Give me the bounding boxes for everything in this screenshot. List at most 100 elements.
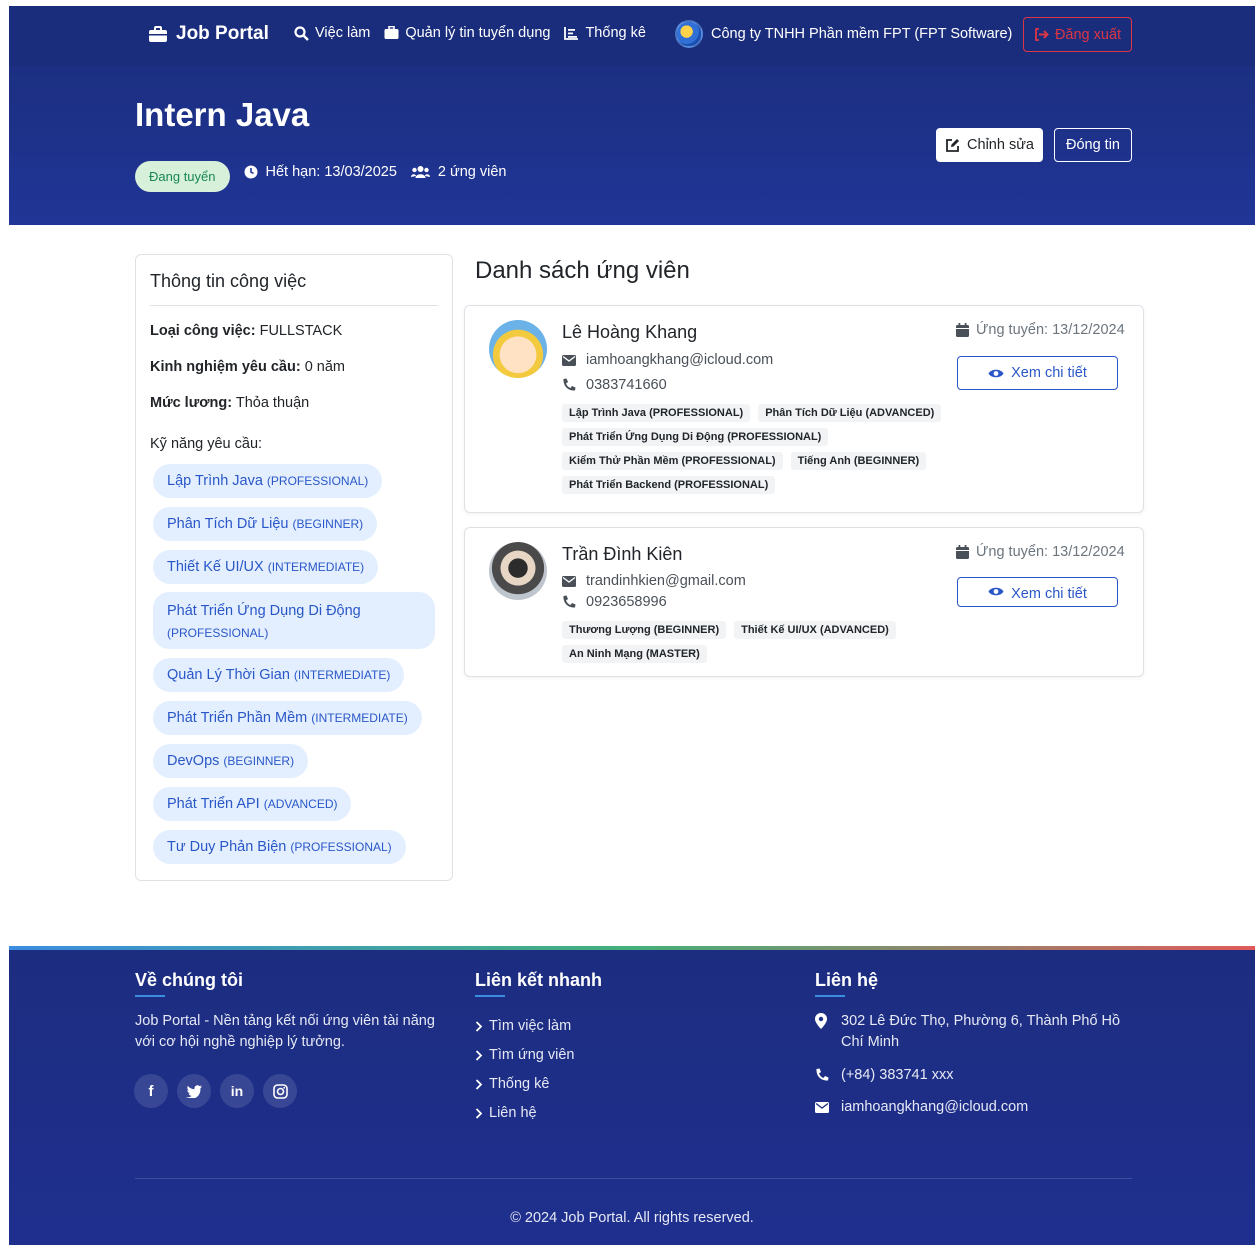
address-value: 302 Lê Đức Thọ, Phường 6, Thành Phố Hồ C… [841, 1013, 1121, 1050]
footer-link-find-candidates[interactable]: Tìm ứng viên [475, 1047, 574, 1063]
skill-tags: Thương Lượng (BEGINNER) Thiết Kế UI/UX (… [562, 621, 982, 663]
job-meta: Đang tuyển Hết hạn: 13/03/2025 2 ứng viê… [135, 151, 506, 192]
deadline: Hết hạn: 13/03/2025 [244, 164, 397, 180]
skill-level: (BEGINNER) [223, 754, 295, 768]
skill-pill: Lập Trình Java (PROFESSIONAL) [153, 464, 383, 498]
skill-pill: DevOps (BEGINNER) [153, 744, 309, 778]
nav-link-statistics[interactable]: Thống kê [564, 25, 646, 41]
skill-name: Quản Lý Thời Gian [167, 667, 290, 683]
applicant-card: Trần Đình Kiên trandinhkien@gmail.com 09… [464, 527, 1144, 677]
footer-link-find-jobs[interactable]: Tìm việc làm [475, 1018, 571, 1034]
chart-icon [564, 26, 579, 40]
brand[interactable]: Job Portal [148, 23, 269, 45]
navbar: Job Portal Việc làm Quản lý tin tuyển dụ… [9, 6, 1255, 66]
salary-row: Mức lương: Thỏa thuận [150, 395, 309, 411]
skill-name: Phát Triển Phần Mềm [167, 710, 308, 726]
applicant-phone: 0383741660 [562, 377, 667, 393]
twitter-icon[interactable] [177, 1074, 211, 1108]
footer-link-label: Thống kê [489, 1076, 550, 1092]
calendar-icon [956, 545, 969, 559]
users-icon [410, 165, 430, 179]
skill-tag: Phát Triển Backend (PROFESSIONAL) [562, 476, 776, 494]
contact-phone: (+84) 383741 xxx [815, 1065, 953, 1086]
job-info-card: Thông tin công việc Loại công việc: FULL… [135, 254, 453, 881]
facebook-icon[interactable]: f [134, 1074, 168, 1108]
contact-address: 302 Lê Đức Thọ, Phường 6, Thành Phố Hồ C… [815, 1011, 1135, 1053]
skill-level: (ADVANCED) [263, 797, 338, 811]
brand-label: Job Portal [176, 23, 269, 44]
skill-level: (INTERMEDIATE) [267, 560, 365, 574]
chevron-right-icon [475, 1049, 483, 1061]
skill-name: Tư Duy Phản Biện [167, 839, 287, 855]
linkedin-letters: in [230, 1083, 244, 1099]
salary-label: Mức lương: [150, 395, 233, 411]
skill-pill: Tư Duy Phản Biện (PROFESSIONAL) [153, 830, 406, 864]
footer-divider [135, 1178, 1132, 1179]
email-value: iamhoangkhang@icloud.com [586, 352, 774, 368]
instagram-icon[interactable] [263, 1074, 297, 1108]
phone-icon [562, 595, 576, 609]
company-logo [675, 20, 703, 48]
linkedin-icon[interactable]: in [220, 1074, 254, 1108]
skill-pill: Quản Lý Thời Gian (INTERMEDIATE) [153, 658, 405, 692]
experience-value: 0 năm [304, 359, 346, 375]
copyright: © 2024 Job Portal. All rights reserved. [510, 1210, 754, 1226]
edit-icon [945, 138, 960, 153]
clock-icon [244, 165, 258, 179]
edit-label: Chỉnh sửa [967, 137, 1034, 153]
skill-name: DevOps [167, 753, 220, 769]
skill-pill: Phát Triển Phần Mềm (INTERMEDIATE) [153, 701, 422, 735]
skill-tag: Tiếng Anh (BEGINNER) [790, 452, 927, 470]
calendar-icon [956, 323, 969, 337]
applicant-list-title: Danh sách ứng viên [475, 257, 690, 284]
footer-link-label: Tìm việc làm [489, 1018, 572, 1034]
edit-button[interactable]: Chỉnh sửa [936, 128, 1043, 162]
applied-date: Ứng tuyển: 13/12/2024 [956, 322, 1125, 338]
experience-row: Kinh nghiệm yêu cầu: 0 năm [150, 359, 345, 375]
company-name: Công ty TNHH Phần mềm FPT (FPT Software) [711, 26, 1013, 42]
chevron-right-icon [475, 1107, 483, 1119]
logout-button[interactable]: Đăng xuất [1023, 17, 1132, 52]
skill-name: Phát Triển Ứng Dụng Di Động [167, 603, 361, 619]
close-post-button[interactable]: Đóng tin [1054, 128, 1132, 162]
applied-date: Ứng tuyển: 13/12/2024 [956, 544, 1125, 560]
skills-label: Kỹ năng yêu cầu: [150, 436, 263, 452]
footer-link-contact[interactable]: Liên hệ [475, 1105, 537, 1121]
about-text: Job Portal - Nền tảng kết nối ứng viên t… [135, 1013, 435, 1050]
company-profile[interactable]: Công ty TNHH Phần mềm FPT (FPT Software) [675, 20, 1012, 48]
phone-value: 0383741660 [586, 377, 667, 393]
job-type-row: Loại công việc: FULLSTACK [150, 323, 342, 339]
skill-name: Phân Tích Dữ Liệu [167, 516, 289, 532]
skill-tags: Lập Trình Java (PROFESSIONAL) Phân Tích … [562, 404, 982, 494]
sign-out-icon [1034, 28, 1049, 41]
chevron-right-icon [475, 1078, 483, 1090]
skill-level: (BEGINNER) [292, 517, 364, 531]
job-info-title: Thông tin công việc [150, 271, 307, 291]
applicant-phone: 0923658996 [562, 594, 667, 610]
footer: Về chúng tôi Job Portal - Nền tảng kết n… [9, 946, 1255, 1245]
chevron-right-icon [475, 1020, 483, 1032]
nav-link-manage-posts[interactable]: Quản lý tin tuyển dụng [384, 25, 550, 41]
view-details-button[interactable]: Xem chi tiết [957, 577, 1118, 607]
nav-link-jobs[interactable]: Việc làm [294, 25, 370, 41]
quick-links-title: Liên kết nhanh [475, 970, 602, 997]
skill-tag: Thương Lượng (BEGINNER) [562, 621, 727, 639]
applicant-count-label: 2 ứng viên [437, 163, 507, 180]
about-title: Về chúng tôi [135, 970, 243, 997]
page: Job Portal Việc làm Quản lý tin tuyển dụ… [9, 6, 1255, 1245]
view-details-button[interactable]: Xem chi tiết [957, 356, 1118, 390]
map-marker-icon [815, 1011, 829, 1053]
email-value: trandinhkien@gmail.com [586, 573, 746, 589]
nav-link-label: Quản lý tin tuyển dụng [405, 25, 551, 41]
applicant-email: trandinhkien@gmail.com [562, 573, 746, 589]
skill-level: (PROFESSIONAL) [167, 626, 269, 640]
footer-email-value: iamhoangkhang@icloud.com [841, 1099, 1029, 1115]
footer-link-label: Liên hệ [489, 1105, 537, 1121]
phone-value: 0923658996 [586, 594, 667, 610]
applicant-name: Lê Hoàng Khang [562, 322, 698, 342]
skill-pill: Phát Triển API (ADVANCED) [153, 787, 352, 821]
skill-level: (PROFESSIONAL) [290, 840, 392, 854]
skill-level: (PROFESSIONAL) [266, 474, 369, 488]
logout-label: Đăng xuất [1054, 26, 1122, 43]
footer-link-statistics[interactable]: Thống kê [475, 1076, 549, 1092]
